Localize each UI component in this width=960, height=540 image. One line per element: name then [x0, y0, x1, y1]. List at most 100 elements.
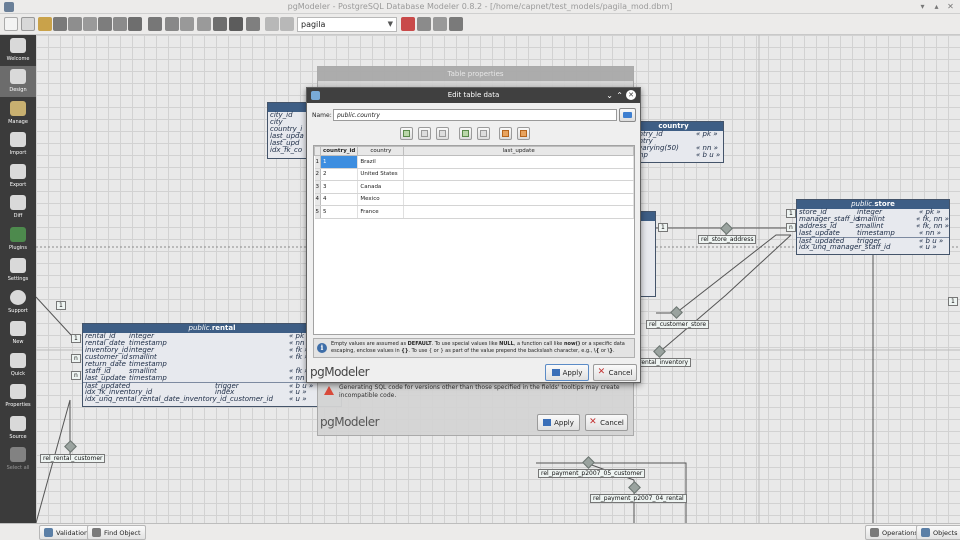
table-store[interactable]: public.store store_id integer « pk » manag…: [796, 199, 950, 255]
export-icon[interactable]: [98, 17, 112, 31]
close-model-icon[interactable]: [401, 17, 415, 31]
new-document-icon[interactable]: [21, 17, 35, 31]
objects-button[interactable]: Objects: [916, 525, 960, 540]
data-grid[interactable]: country_id country last_update 1 1 Brazil …: [313, 145, 635, 335]
clear-columns-icon[interactable]: [517, 127, 530, 140]
button-label: Apply: [562, 368, 583, 377]
redo-icon[interactable]: [165, 17, 179, 31]
cell-last-update[interactable]: [403, 155, 634, 169]
cell-country[interactable]: Brazil: [357, 155, 405, 169]
diff-icon[interactable]: [128, 17, 142, 31]
delete-column-icon[interactable]: [477, 127, 490, 140]
sidebar-item-manage[interactable]: Manage: [0, 98, 36, 129]
name-field[interactable]: public.country: [333, 109, 617, 121]
fix-model-icon[interactable]: [449, 17, 463, 31]
grid-icon[interactable]: [213, 17, 227, 31]
bg-apply-button[interactable]: Apply: [537, 414, 580, 431]
table-row[interactable]: 1 1 Brazil: [314, 155, 634, 169]
overview-icon[interactable]: [417, 17, 431, 31]
delete-row-icon[interactable]: [418, 127, 431, 140]
zoom-out-icon[interactable]: [197, 17, 211, 31]
import-icon[interactable]: [113, 17, 127, 31]
column-name: last_update: [799, 229, 840, 237]
button-label: Validation: [56, 528, 89, 537]
sidebar-item-label: Manage: [8, 119, 28, 125]
sidebar-item-new[interactable]: New: [0, 318, 36, 349]
sidebar-item-label: Diff: [13, 213, 23, 219]
cancel-button[interactable]: ✕ Cancel: [593, 364, 637, 381]
column-header[interactable]: country: [357, 146, 405, 156]
sidebar-item-plugins[interactable]: Plugins: [0, 224, 36, 255]
chevron-up-icon[interactable]: ⌃: [616, 90, 623, 101]
sidebar-item-export[interactable]: Export: [0, 161, 36, 192]
sidebar-item-settings[interactable]: Settings: [0, 255, 36, 286]
forward-arrow-icon[interactable]: [280, 17, 294, 31]
cancel-icon: ✕: [597, 367, 606, 377]
relationship-label[interactable]: rel_payment_p2007_05_customer: [538, 469, 646, 478]
undo-icon[interactable]: [148, 17, 162, 31]
save-icon[interactable]: [53, 17, 67, 31]
sidebar-item-welcome[interactable]: Welcome: [0, 35, 36, 66]
table-rental[interactable]: public.rental rental_id integer « pk » ren…: [82, 323, 342, 407]
cell-country-id[interactable]: 2: [320, 168, 359, 181]
model-restrictions-icon[interactable]: [433, 17, 447, 31]
duplicate-row-icon[interactable]: [436, 127, 449, 140]
sidebar-item-source[interactable]: Source: [0, 413, 36, 444]
cell-country[interactable]: Canada: [357, 180, 405, 194]
cell-last-update[interactable]: [403, 180, 634, 194]
find-object-button[interactable]: Find Object: [87, 525, 146, 540]
cell-country[interactable]: France: [357, 205, 405, 219]
print-icon[interactable]: [83, 17, 97, 31]
table-row[interactable]: 3 3 Canada: [314, 180, 634, 194]
new-model-icon[interactable]: [4, 17, 18, 31]
clear-rows-icon[interactable]: [499, 127, 512, 140]
sidebar-item-properties[interactable]: Properties: [0, 381, 36, 412]
sidebar-item-quick[interactable]: Quick: [0, 350, 36, 381]
relationship-label[interactable]: rel_customer_store: [646, 320, 710, 329]
add-row-icon[interactable]: [400, 127, 413, 140]
column-header[interactable]: last_update: [403, 146, 634, 156]
close-icon[interactable]: ✕: [946, 3, 955, 12]
close-icon[interactable]: ✕: [626, 90, 636, 100]
cell-last-update[interactable]: [403, 205, 634, 219]
zoom-in-icon[interactable]: [180, 17, 194, 31]
cell-country[interactable]: United States: [357, 168, 405, 181]
add-column-icon[interactable]: [459, 127, 472, 140]
back-arrow-icon[interactable]: [265, 17, 279, 31]
cell-country-id[interactable]: 3: [320, 180, 359, 194]
sidebar-item-diff[interactable]: Diff: [0, 192, 36, 223]
table-row[interactable]: 2 2 United States: [314, 168, 634, 181]
bg-cancel-button[interactable]: ✕ Cancel: [585, 414, 628, 431]
sidebar-item-select-all[interactable]: Select all: [0, 444, 36, 475]
maximize-icon[interactable]: ▴: [932, 3, 941, 12]
sidebar-item-design[interactable]: Design: [0, 66, 36, 97]
column-header[interactable]: country_id: [319, 146, 359, 156]
cell-last-update[interactable]: [403, 168, 634, 181]
page-delimiters-icon[interactable]: [246, 17, 260, 31]
minimize-icon[interactable]: ▾: [918, 3, 927, 12]
cell-country-id[interactable]: 1: [320, 155, 359, 169]
relationship-label[interactable]: rel_store_address: [698, 235, 757, 244]
cell-country-id[interactable]: 4: [320, 193, 359, 206]
sidebar-item-label: Select all: [6, 465, 30, 471]
relationship-label[interactable]: rel_rental_customer: [40, 454, 106, 463]
cell-country-id[interactable]: 5: [320, 205, 359, 219]
object-selector-button[interactable]: [619, 108, 636, 122]
cell-last-update[interactable]: [403, 193, 634, 206]
cardinality-label: n: [786, 223, 796, 232]
apply-button[interactable]: Apply: [545, 364, 589, 381]
table-row[interactable]: 5 5 France: [314, 205, 634, 219]
cell-country[interactable]: Mexico: [357, 193, 405, 206]
relationship-label[interactable]: rental_inventory: [636, 358, 692, 367]
operations-button[interactable]: Operations: [865, 525, 923, 540]
align-grid-icon[interactable]: [229, 17, 243, 31]
sidebar-item-support[interactable]: Support: [0, 287, 36, 318]
sidebar-item-import[interactable]: Import: [0, 129, 36, 160]
save-as-icon[interactable]: [68, 17, 82, 31]
open-folder-icon[interactable]: [38, 17, 52, 31]
model-selector[interactable]: pagila ▼: [297, 17, 397, 32]
table-row[interactable]: 4 4 Mexico: [314, 193, 634, 206]
relationship-label[interactable]: rel_payment_p2007_04_rental: [590, 494, 687, 503]
chevron-down-icon[interactable]: ⌄: [606, 90, 613, 101]
validation-button[interactable]: Validation: [39, 525, 94, 540]
